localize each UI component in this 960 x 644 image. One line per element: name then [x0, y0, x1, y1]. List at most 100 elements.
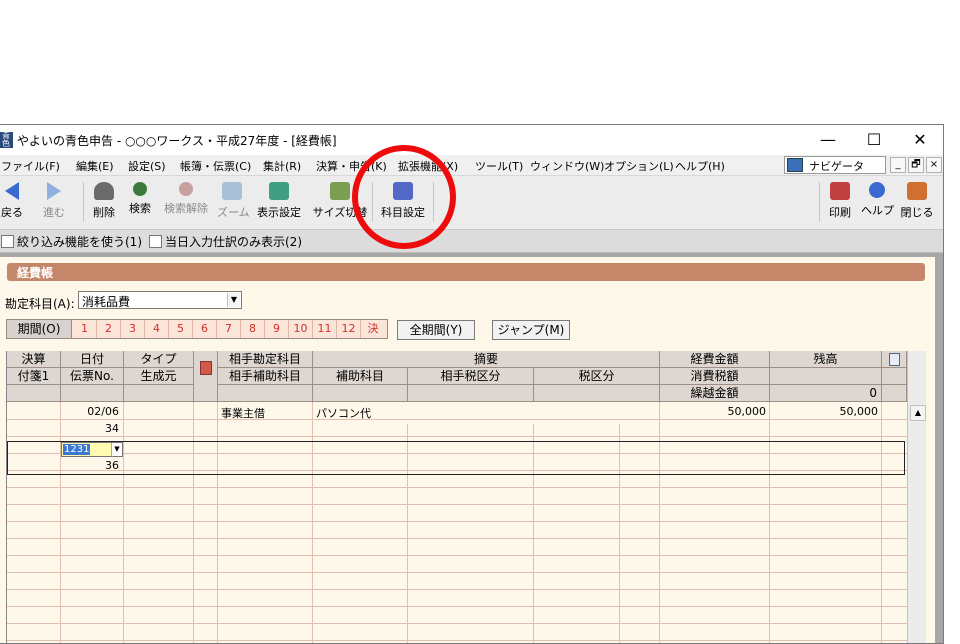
row1-voucher[interactable]: 34	[61, 422, 119, 435]
navigator-label: ナビゲータ	[809, 160, 864, 173]
mdi-close-button[interactable]: ×	[926, 157, 942, 173]
all-period-button[interactable]: 全期間(Y)	[397, 320, 475, 340]
row1-counter-account[interactable]: 事業主借	[221, 405, 265, 421]
minimize-button[interactable]: —	[805, 125, 851, 155]
ledger-header: 経費帳	[7, 263, 925, 281]
grid-line	[7, 623, 907, 624]
back-arrow-icon	[5, 182, 19, 200]
row1-summary[interactable]: パソコン代	[316, 405, 371, 421]
grid-line	[7, 521, 907, 522]
header-blank	[218, 385, 313, 402]
ledger-title: 経費帳	[17, 266, 54, 280]
toolbar: 戻る 進む 削除 検索 検索解除 ズーム 表示設定 サイズ切替 科目設定 印刷 …	[0, 176, 943, 230]
back-button[interactable]: 戻る	[0, 180, 27, 226]
menu-settings[interactable]: 設定(S)	[128, 158, 166, 174]
menu-help[interactable]: ヘルプ(H)	[675, 158, 725, 174]
period-12[interactable]: 12	[337, 320, 361, 338]
header-blank	[882, 385, 907, 402]
clear-search-icon	[179, 182, 193, 196]
content-area: 経費帳 勘定科目(A): 消耗品費 ▼ 期間(O) 1 2 3 4 5 6 7 …	[0, 253, 943, 643]
account-label: 勘定科目(A):	[5, 297, 75, 311]
period-8[interactable]: 8	[241, 320, 265, 338]
col-sub-account: 補助科目	[313, 368, 408, 385]
grid-line	[7, 572, 907, 573]
period-9[interactable]: 9	[265, 320, 289, 338]
header-blank	[882, 368, 907, 385]
header-blank	[7, 385, 61, 402]
col-summary: 摘要	[313, 351, 660, 368]
today-only-label: 当日入力仕訳のみ表示(2)	[165, 235, 302, 249]
col-counter-tax: 相手税区分	[408, 368, 534, 385]
account-select[interactable]: 消耗品費 ▼	[78, 291, 242, 309]
zoom-button[interactable]: ズーム	[217, 180, 250, 226]
period-3[interactable]: 3	[121, 320, 145, 338]
header-blank	[408, 385, 534, 402]
notes-icon-header[interactable]	[882, 351, 907, 368]
search-icon	[133, 182, 147, 196]
grid-line	[7, 436, 907, 437]
highlight-circle	[352, 145, 456, 249]
period-11[interactable]: 11	[313, 320, 337, 338]
scroll-up-icon[interactable]: ▲	[910, 405, 926, 421]
delete-button[interactable]: 削除	[89, 180, 119, 226]
row2-voucher[interactable]: 36	[61, 459, 119, 472]
app-window: 青色 やよいの青色申告 - ○○○ワークス・平成27年度 - [経費帳] — ☐…	[0, 124, 944, 644]
menu-file[interactable]: ファイル(F)	[1, 158, 60, 174]
print-button[interactable]: 印刷	[825, 180, 855, 226]
chevron-down-icon[interactable]: ▼	[111, 443, 122, 456]
period-1[interactable]: 1	[73, 320, 97, 338]
menu-tools[interactable]: ツール(T)	[475, 158, 523, 174]
row1-balance[interactable]: 50,000	[770, 405, 879, 418]
zoom-icon	[222, 182, 242, 200]
jump-button[interactable]: ジャンプ(M)	[492, 320, 570, 340]
forward-button[interactable]: 進む	[37, 180, 71, 226]
header-blank	[61, 385, 124, 402]
period-settlement[interactable]: 決	[361, 320, 385, 338]
maximize-button[interactable]: ☐	[851, 125, 897, 155]
display-settings-button[interactable]: 表示設定	[253, 180, 305, 226]
memo-icon	[199, 361, 212, 375]
search-button[interactable]: 検索	[125, 180, 155, 226]
today-only-checkbox[interactable]	[149, 235, 162, 248]
date-edit-input[interactable]: 1231 ▼	[61, 442, 123, 457]
row1-date[interactable]: 02/06	[61, 405, 119, 418]
clear-search-button[interactable]: 検索解除	[161, 180, 211, 226]
row1-amount[interactable]: 50,000	[660, 405, 767, 418]
col-date: 日付	[61, 351, 124, 368]
vertical-scrollbar[interactable]: ▲	[907, 351, 926, 643]
navigator-button[interactable]: ナビゲータ	[784, 156, 886, 174]
menu-edit[interactable]: 編集(E)	[76, 158, 114, 174]
exit-door-icon	[907, 182, 927, 200]
help-button[interactable]: ヘルプ	[861, 180, 894, 226]
period-6[interactable]: 6	[193, 320, 217, 338]
close-window-button[interactable]: ✕	[897, 125, 943, 155]
chevron-down-icon[interactable]: ▼	[227, 293, 240, 307]
filter-checkbox[interactable]	[1, 235, 14, 248]
period-4[interactable]: 4	[145, 320, 169, 338]
close-ledger-button[interactable]: 閉じる	[899, 180, 935, 226]
menu-summary[interactable]: 集計(R)	[263, 158, 301, 174]
memo-icon-header[interactable]	[194, 351, 218, 402]
display-settings-icon	[269, 182, 289, 200]
period-2[interactable]: 2	[97, 320, 121, 338]
navigator-icon	[787, 158, 803, 172]
header-blank	[534, 385, 660, 402]
period-10[interactable]: 10	[289, 320, 313, 338]
date-edit-value: 1231	[63, 444, 91, 455]
account-value: 消耗品費	[82, 295, 131, 309]
menu-options[interactable]: オプション(L)	[604, 158, 674, 174]
period-label: 期間(O)	[7, 320, 72, 338]
header-blank	[770, 368, 882, 385]
toolbar-separator	[819, 182, 820, 222]
mdi-restore-button[interactable]: 🗗	[908, 157, 924, 173]
period-strip: 期間(O) 1 2 3 4 5 6 7 8 9 10 11 12 決	[6, 319, 388, 339]
grid-line	[7, 555, 907, 556]
period-5[interactable]: 5	[169, 320, 193, 338]
period-7[interactable]: 7	[217, 320, 241, 338]
col-balance: 残高	[770, 351, 882, 368]
menu-window[interactable]: ウィンドウ(W)	[530, 158, 604, 174]
carryover-label: 繰越金額	[660, 385, 770, 402]
menu-bar: ファイル(F) 編集(E) 設定(S) 帳簿・伝票(C) 集計(R) 決算・申告…	[0, 155, 943, 176]
menu-ledger[interactable]: 帳簿・伝票(C)	[180, 158, 251, 174]
mdi-minimize-button[interactable]: _	[890, 157, 906, 173]
